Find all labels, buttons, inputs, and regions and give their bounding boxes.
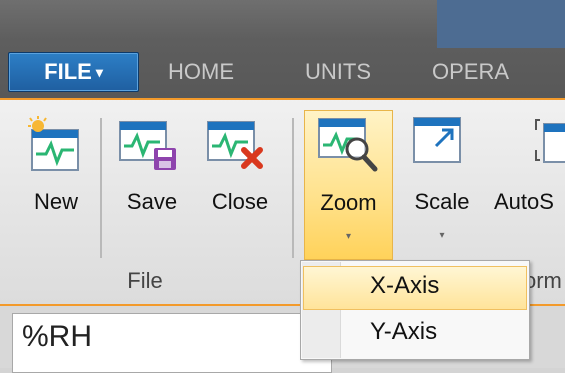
tab-units[interactable]: UNITS [305,52,371,92]
chevron-down-icon: ▾ [95,63,103,80]
title-bar-accent [437,0,565,48]
zoom-magnifier-icon [317,117,381,175]
new-document-icon [26,116,82,172]
tab-home[interactable]: HOME [168,52,234,92]
tab-file[interactable]: FILE ▾ [8,52,139,92]
save-button[interactable]: Save [112,108,192,258]
new-button[interactable]: New [18,108,94,258]
menu-item-y-axis-label: Y-Axis [370,318,438,345]
zoom-button-label: Zoom [320,190,377,215]
tab-operate[interactable]: OPERA [432,52,509,92]
menu-item-x-axis-label: X-Axis [370,272,440,299]
new-button-label: New [33,189,78,214]
scale-button-label: Scale [414,189,470,214]
close-button[interactable]: Close [196,108,284,258]
save-document-icon [118,116,180,172]
scale-button[interactable]: Scale ▾ [398,108,486,258]
save-button-label: Save [126,189,178,214]
autoscale-icon [534,116,565,172]
chevron-down-icon[interactable]: ▾ [398,230,486,241]
autoscale-button[interactable]: AutoS [490,108,565,258]
group-label-file: File [127,268,163,293]
scale-expand-icon [410,114,466,170]
chevron-down-icon[interactable]: ▾ [305,231,392,242]
close-button-label: Close [211,189,269,214]
zoom-button[interactable]: Zoom ▾ [304,110,393,260]
channel-name-value: %RH [22,320,93,353]
ribbon-accent-line [0,98,565,100]
ribbon-separator [292,118,294,258]
autoscale-button-label: AutoS [494,189,554,214]
ribbon-separator [100,118,102,258]
close-document-icon [206,116,266,172]
tab-file-label: FILE [44,59,92,84]
